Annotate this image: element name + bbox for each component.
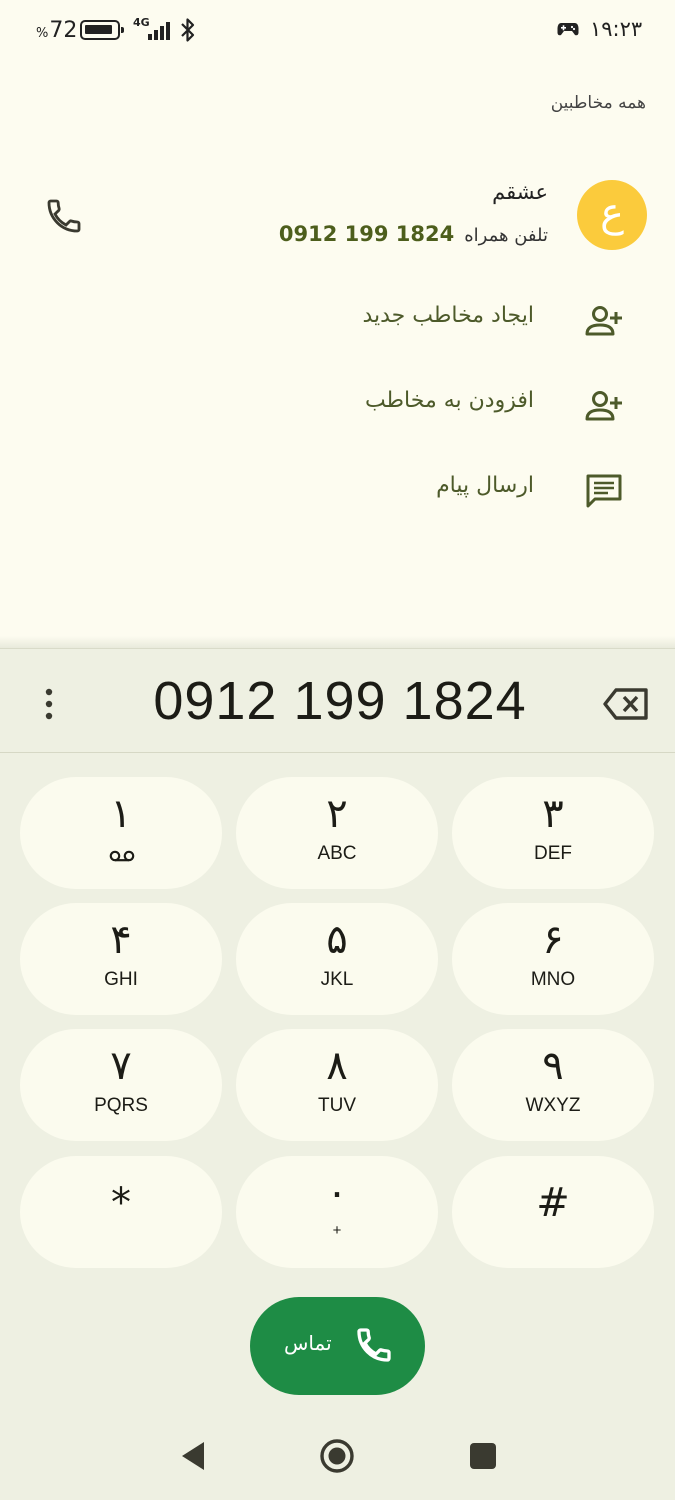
key-letters: JKL	[320, 969, 354, 990]
key-6[interactable]: ۶ MNO	[452, 903, 654, 1015]
key-letters: MNO	[530, 969, 576, 990]
key-9[interactable]: ۹ WXYZ	[452, 1029, 654, 1141]
key-8[interactable]: ۸ TUV	[236, 1029, 438, 1141]
key-0[interactable]: ۰ +	[236, 1156, 438, 1268]
key-3[interactable]: ۳ DEF	[452, 777, 654, 889]
game-icon	[557, 23, 579, 36]
add-to-contact-action[interactable]: افزودن به مخاطب	[0, 370, 675, 440]
key-digit: ۹	[542, 1043, 564, 1089]
key-letters: PQRS	[94, 1095, 148, 1116]
avatar[interactable]: ع	[577, 180, 647, 250]
key-digit: ۷	[110, 1043, 132, 1089]
more-options-icon[interactable]	[38, 684, 60, 724]
key-letters: GHI	[104, 969, 138, 990]
voicemail-icon	[109, 850, 135, 862]
create-contact-action[interactable]: ایجاد مخاطب جدید	[0, 285, 675, 355]
contact-number: 0912 199 1824	[278, 222, 455, 246]
key-hash[interactable]: #	[452, 1156, 654, 1268]
key-digit: ۰	[326, 1170, 348, 1216]
key-digit: *	[111, 1180, 131, 1226]
message-icon	[586, 474, 622, 508]
contact-number-row[interactable]: تلفن همراه 0912 199 1824	[279, 222, 548, 246]
key-5[interactable]: ۵ JKL	[236, 903, 438, 1015]
key-digit: #	[536, 1180, 570, 1226]
status-time: ۱۹:۲۳	[590, 17, 643, 41]
key-digit: ۸	[326, 1043, 348, 1089]
send-message-action[interactable]: ارسال پیام	[0, 455, 675, 525]
battery-percent: % 72	[36, 18, 77, 43]
key-letters: +	[332, 1222, 342, 1239]
key-7[interactable]: ۷ PQRS	[20, 1029, 222, 1141]
battery-icon	[80, 20, 124, 40]
percent-sign: %	[36, 26, 49, 41]
add-to-contact-label: افزودن به مخاطب	[364, 388, 534, 413]
key-star[interactable]: *	[20, 1156, 222, 1268]
key-letters: TUV	[318, 1095, 356, 1116]
key-digit: ۵	[326, 917, 348, 963]
dialer-divider	[0, 752, 675, 753]
key-letters: DEF	[534, 843, 572, 864]
call-label: تماس	[284, 1331, 332, 1355]
send-message-label: ارسال پیام	[436, 473, 534, 498]
add-person-icon	[585, 391, 622, 421]
backspace-icon[interactable]	[602, 686, 650, 722]
add-person-icon	[585, 306, 622, 336]
key-letters: ABC	[317, 843, 357, 864]
key-4[interactable]: ۴ GHI	[20, 903, 222, 1015]
create-contact-label: ایجاد مخاطب جدید	[362, 303, 534, 328]
bluetooth-icon	[181, 18, 195, 42]
back-icon[interactable]	[178, 1440, 208, 1472]
phone-icon[interactable]	[44, 196, 84, 236]
all-contacts-link[interactable]: همه مخاطبین	[551, 93, 646, 113]
key-digit: ۲	[326, 791, 348, 837]
key-digit: ۴	[110, 917, 132, 963]
recents-icon[interactable]	[469, 1442, 497, 1470]
call-button[interactable]: تماس	[250, 1297, 425, 1395]
dialed-number[interactable]: 0912 199 1824	[90, 670, 590, 732]
key-digit: ۳	[542, 791, 564, 837]
key-letters: WXYZ	[525, 1095, 581, 1116]
key-1[interactable]: ۱	[20, 777, 222, 889]
signal-icon	[148, 20, 174, 40]
battery-value: 72	[49, 18, 78, 43]
status-bar: % 72 4G ۱۹:۲۳	[0, 0, 675, 60]
key-2[interactable]: ۲ ABC	[236, 777, 438, 889]
contact-name[interactable]: عشقم	[492, 180, 548, 204]
home-icon[interactable]	[319, 1438, 355, 1474]
key-digit: ۶	[542, 917, 564, 963]
number-type: تلفن همراه	[464, 225, 548, 246]
phone-icon	[357, 1328, 391, 1362]
key-digit: ۱	[110, 791, 132, 837]
